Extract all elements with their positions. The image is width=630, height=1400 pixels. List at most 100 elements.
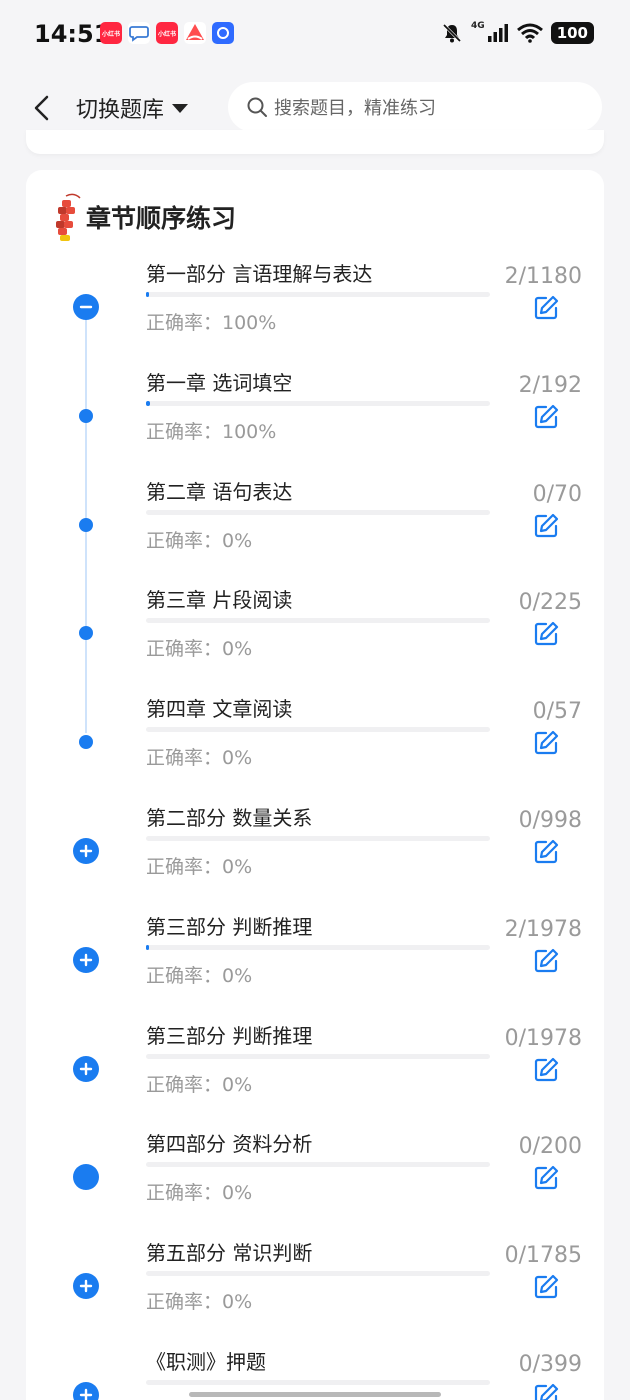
chapter-row[interactable]: 第四章 文章阅读 正确率：0% 0/57 bbox=[26, 693, 604, 801]
edit-icon[interactable] bbox=[532, 1056, 560, 1084]
previous-card-edge bbox=[26, 130, 604, 154]
chapter-row[interactable]: 第三章 片段阅读 正确率：0% 0/225 bbox=[26, 584, 604, 692]
expand-icon[interactable] bbox=[73, 1382, 99, 1400]
question-count: 2/1180 bbox=[504, 264, 582, 289]
expand-icon[interactable] bbox=[73, 1273, 99, 1300]
edit-icon[interactable] bbox=[532, 947, 560, 975]
question-count: 0/399 bbox=[518, 1352, 582, 1377]
status-time: 14:51 bbox=[34, 20, 111, 48]
edit-icon[interactable] bbox=[532, 1273, 560, 1301]
mute-bell-icon bbox=[442, 23, 462, 43]
chapter-title: 第二章 语句表达 bbox=[146, 479, 293, 504]
progress-track bbox=[146, 1053, 490, 1059]
bank-switch-dropdown[interactable]: 切换题库 bbox=[76, 92, 189, 124]
chapter-row[interactable]: 第一章 选词填空 正确率：100% 2/192 bbox=[26, 367, 604, 475]
search-icon bbox=[247, 97, 267, 117]
accuracy-text: 正确率：100% bbox=[146, 420, 277, 443]
accuracy-text: 正确率：0% bbox=[146, 1291, 253, 1314]
edit-icon[interactable] bbox=[532, 1382, 560, 1400]
edit-icon[interactable] bbox=[532, 729, 560, 757]
progress-track bbox=[146, 1271, 490, 1277]
chapter-title: 第三章 片段阅读 bbox=[146, 588, 293, 613]
back-chevron-icon bbox=[34, 95, 49, 121]
accuracy-text: 正确率：0% bbox=[146, 638, 253, 661]
chapter-row[interactable]: 第三部分 判断推理 正确率：0% 2/1978 bbox=[26, 911, 604, 1019]
accuracy-text: 正确率：0% bbox=[146, 964, 253, 987]
chapter-title: 第四章 文章阅读 bbox=[146, 697, 293, 722]
question-count: 0/57 bbox=[532, 699, 582, 725]
chapter-row[interactable]: 第三部分 判断推理 正确率：0% 0/1978 bbox=[26, 1020, 604, 1128]
progress-track bbox=[146, 944, 490, 950]
chapter-row[interactable]: 第四部分 资料分析 正确率：0% 0/200 bbox=[26, 1128, 604, 1236]
progress-fill bbox=[146, 292, 149, 297]
progress-track bbox=[146, 836, 490, 841]
progress-track bbox=[146, 509, 490, 515]
notification-icons: 小红书 小红书 bbox=[100, 22, 234, 44]
edit-icon[interactable] bbox=[532, 294, 560, 322]
section-header: 章节顺序练习 bbox=[52, 192, 236, 242]
accuracy-text: 正确率：0% bbox=[146, 1073, 253, 1096]
progress-fill bbox=[146, 944, 149, 950]
search-input[interactable]: 搜索题目，精准练习 bbox=[228, 82, 602, 132]
progress-fill bbox=[146, 400, 150, 406]
accuracy-text: 正确率：0% bbox=[146, 1182, 253, 1205]
edit-icon[interactable] bbox=[532, 1164, 560, 1192]
question-count: 2/192 bbox=[518, 372, 582, 398]
timeline-dot bbox=[79, 626, 93, 641]
chapter-title: 《职测》押题 bbox=[146, 1350, 266, 1374]
xiaohongshu-icon: 小红书 bbox=[100, 22, 122, 44]
progress-track bbox=[146, 1162, 490, 1168]
app-icon bbox=[212, 22, 234, 44]
question-count: 0/1978 bbox=[504, 1025, 582, 1051]
chapter-row[interactable]: 第二部分 数量关系 正确率：0% 0/998 bbox=[26, 802, 604, 910]
network-label: 4G bbox=[471, 21, 485, 31]
status-bar: 14:51 小红书 小红书 4G 100 bbox=[0, 0, 630, 68]
progress-track bbox=[146, 1380, 490, 1385]
status-indicators: 4G 100 bbox=[441, 21, 594, 44]
progress-track bbox=[146, 400, 490, 406]
expand-icon[interactable] bbox=[73, 946, 99, 973]
question-count: 0/225 bbox=[518, 590, 582, 616]
chat-icon bbox=[128, 22, 150, 44]
search-placeholder: 搜索题目，精准练习 bbox=[274, 98, 436, 119]
chapter-row[interactable]: 第二章 语句表达 正确率：0% 0/70 bbox=[26, 476, 604, 584]
expand-icon[interactable] bbox=[73, 1055, 99, 1082]
progress-track bbox=[146, 727, 490, 733]
edit-icon[interactable] bbox=[532, 512, 560, 540]
chapter-title: 第三部分 判断推理 bbox=[146, 914, 313, 939]
edit-icon[interactable] bbox=[532, 403, 560, 431]
accuracy-text: 正确率：0% bbox=[146, 856, 253, 878]
bank-title: 切换题库 bbox=[76, 98, 165, 123]
chapter-node[interactable] bbox=[73, 1164, 99, 1191]
chapter-title: 第一章 选词填空 bbox=[146, 370, 293, 395]
chapter-title: 第一部分 言语理解与表达 bbox=[146, 262, 373, 286]
chapter-title: 第四部分 资料分析 bbox=[146, 1132, 313, 1157]
back-button[interactable] bbox=[26, 90, 56, 126]
chapter-row[interactable]: 第一部分 言语理解与表达 正确率：100% 2/1180 bbox=[26, 258, 604, 366]
edit-icon[interactable] bbox=[532, 838, 560, 866]
question-count: 0/998 bbox=[518, 808, 582, 833]
question-count: 0/70 bbox=[532, 481, 582, 507]
battery-indicator: 100 bbox=[550, 22, 594, 44]
accuracy-text: 正确率：0% bbox=[146, 529, 253, 552]
timeline-dot bbox=[79, 735, 93, 750]
question-count: 0/1785 bbox=[504, 1243, 582, 1269]
chapter-title: 第二部分 数量关系 bbox=[146, 806, 313, 830]
section-title: 章节顺序练习 bbox=[86, 204, 237, 233]
chapter-title: 第五部分 常识判断 bbox=[146, 1241, 313, 1266]
expand-icon[interactable] bbox=[73, 838, 99, 864]
xiaohongshu-icon: 小红书 bbox=[156, 22, 178, 44]
timeline-dot bbox=[79, 517, 93, 532]
question-count: 0/200 bbox=[518, 1134, 582, 1160]
collapse-icon[interactable] bbox=[73, 294, 99, 320]
caret-down-icon bbox=[172, 103, 189, 113]
home-indicator[interactable] bbox=[189, 1392, 441, 1397]
chapter-row[interactable]: 第五部分 常识判断 正确率：0% 0/1785 bbox=[26, 1237, 604, 1345]
wifi-icon bbox=[516, 23, 543, 43]
chapter-title: 第三部分 判断推理 bbox=[146, 1023, 313, 1048]
timeline-dot bbox=[79, 408, 93, 423]
edit-icon[interactable] bbox=[532, 620, 560, 648]
chapter-practice-card: 章节顺序练习 第一部分 言语理解与表达 正确率：100% 2/1180 第一章 选词填… bbox=[26, 170, 604, 1400]
accuracy-text: 正确率：100% bbox=[146, 312, 277, 334]
progress-track bbox=[146, 618, 490, 624]
